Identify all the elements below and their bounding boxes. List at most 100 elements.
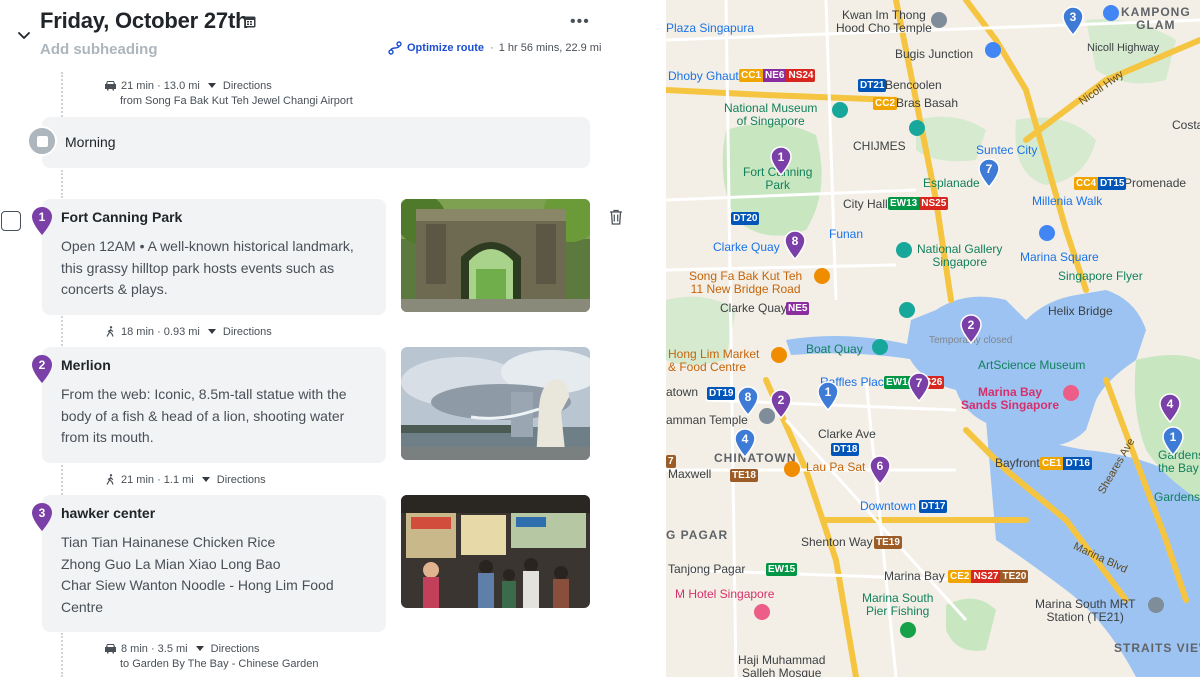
museum-poi-icon[interactable]	[832, 102, 848, 118]
mrt-station-badge: DT19	[707, 387, 736, 400]
directions-link[interactable]: Directions	[223, 326, 272, 338]
separator-dot: ·	[490, 42, 494, 54]
map-label: atown	[666, 385, 699, 399]
timeline-line	[61, 72, 63, 117]
shopping-poi-icon[interactable]	[985, 42, 1001, 58]
mrt-station-badge: TE19	[874, 536, 902, 549]
map-pin[interactable]: 7	[978, 158, 1000, 188]
mrt-station-badge: NE5	[786, 302, 810, 315]
map-label: Clarke Quay	[720, 301, 787, 315]
map-label: Boat Quay	[806, 342, 863, 356]
travel-segment: 18 min · 0.93 mi Directions	[104, 324, 272, 339]
map-view[interactable]: Kwan Im Thong Hood Cho Temple Bugis Junct…	[666, 0, 1200, 677]
description-line: this grassy hilltop park hosts events su…	[61, 259, 335, 276]
map-label: Marina South MRT Station (TE21)	[1035, 597, 1136, 624]
map-label: Dhoby Ghaut	[668, 69, 739, 83]
collapse-chevron-icon[interactable]	[15, 26, 33, 44]
travel-from: from Song Fa Bak Kut Teh Jewel Changi Ai…	[120, 95, 353, 107]
restaurant-poi-icon[interactable]	[771, 347, 787, 363]
shopping-poi-icon[interactable]	[1103, 5, 1119, 21]
restaurant-poi-icon[interactable]	[784, 461, 800, 477]
travel-segment: 8 min · 3.5 mi Directions to Garden By T…	[104, 641, 319, 670]
photo-poi-icon[interactable]	[872, 339, 888, 355]
map-pin[interactable]: 4	[1159, 393, 1181, 423]
more-options-icon[interactable]: •••	[570, 13, 590, 31]
landmark-poi-icon[interactable]	[899, 302, 915, 318]
map-pin[interactable]: 8	[784, 230, 806, 260]
map-pin[interactable]: 6	[869, 455, 891, 485]
place-checkbox[interactable]	[1, 211, 21, 231]
description-line: concerts & plays.	[61, 281, 168, 297]
map-label: Singapore Flyer	[1058, 269, 1143, 283]
map-pin[interactable]: 1	[1162, 426, 1184, 456]
description-line: from its mouth.	[61, 429, 154, 445]
map-label: Bayfront	[995, 456, 1040, 470]
route-summary: 1 hr 56 mins, 22.9 mi	[498, 42, 602, 54]
shopping-poi-icon[interactable]	[1039, 225, 1055, 241]
map-label: STRAITS VIEW	[1114, 641, 1200, 655]
map-pin[interactable]: 2	[960, 314, 982, 344]
trash-icon[interactable]	[609, 209, 623, 225]
place-name[interactable]: Merlion	[61, 357, 111, 373]
temple-poi-icon[interactable]	[931, 12, 947, 28]
travel-summary: 8 min · 3.5 mi	[121, 642, 188, 655]
hotel-poi-icon[interactable]	[754, 604, 770, 620]
section-note-icon	[27, 126, 57, 156]
caret-down-icon[interactable]	[201, 477, 210, 482]
place-number: 1	[38, 210, 46, 224]
travel-summary: 21 min · 1.1 mi	[121, 473, 194, 486]
walk-icon	[106, 474, 114, 485]
map-label: Bras Basah	[896, 96, 959, 110]
location-poi-icon[interactable]	[1148, 597, 1164, 613]
section-header[interactable]	[42, 117, 590, 168]
hotel-poi-icon[interactable]	[1063, 385, 1079, 401]
map-pin[interactable]: 2	[770, 389, 792, 419]
section-label[interactable]: Morning	[65, 134, 116, 150]
directions-link[interactable]: Directions	[223, 80, 272, 92]
hawker-centre-photo[interactable]	[401, 495, 590, 608]
merlion-statue-photo[interactable]	[401, 347, 590, 460]
map-label: ArtScience Museum	[978, 358, 1086, 372]
place-description: Open 12AM • A well-known historical land…	[61, 236, 377, 301]
place-marker-pin-icon: 3	[31, 502, 53, 532]
fort-canning-gate-photo[interactable]	[401, 199, 590, 312]
note-line: Centre	[61, 598, 104, 615]
map-pin[interactable]: 1	[770, 146, 792, 176]
place-marker-pin-icon: 1	[31, 206, 53, 236]
add-subheading-field[interactable]: Add subheading	[40, 41, 158, 58]
route-icon[interactable]	[388, 41, 402, 55]
caret-down-icon[interactable]	[207, 83, 216, 88]
calendar-icon[interactable]	[244, 15, 256, 28]
caret-down-icon[interactable]	[195, 646, 204, 651]
travel-summary: 18 min · 0.93 mi	[121, 325, 200, 338]
map-pin[interactable]: 1	[817, 381, 839, 411]
map-label: Tanjong Pagar	[668, 562, 746, 576]
map-label: City Hall	[843, 197, 888, 211]
optimize-route-button[interactable]: Optimize route	[407, 42, 484, 54]
museum-poi-icon[interactable]	[896, 242, 912, 258]
mrt-station-badge: 7	[666, 455, 676, 468]
directions-link[interactable]: Directions	[217, 474, 266, 486]
place-name[interactable]: hawker center	[61, 505, 155, 521]
map-pin[interactable]: 8	[737, 386, 759, 416]
map-label: amman Temple	[666, 413, 748, 427]
restaurant-poi-icon[interactable]	[814, 268, 830, 284]
map-pin[interactable]: 3	[1062, 6, 1084, 36]
landmark-poi-icon[interactable]	[909, 120, 925, 136]
map-pin[interactable]: 4	[734, 428, 756, 458]
map-label: Suntec City	[976, 143, 1038, 157]
travel-summary: 21 min · 13.0 mi	[121, 79, 200, 92]
map-label: Shenton Way	[801, 535, 873, 549]
place-name[interactable]: Fort Canning Park	[61, 209, 182, 225]
place-number: 2	[38, 358, 46, 372]
map-label: Haji Muhammad Salleh Mosque	[738, 653, 826, 677]
mrt-station-badge: DT20	[731, 212, 760, 225]
walk-icon	[106, 326, 114, 337]
park-poi-icon[interactable]	[900, 622, 916, 638]
directions-link[interactable]: Directions	[211, 643, 260, 655]
caret-down-icon[interactable]	[207, 329, 216, 334]
mrt-station-badge: EW15	[766, 563, 798, 576]
map-pin[interactable]: 7	[908, 372, 930, 402]
mrt-station-badge: CC4 DT15	[1074, 177, 1127, 190]
mrt-station-badge: DT17	[919, 500, 948, 513]
